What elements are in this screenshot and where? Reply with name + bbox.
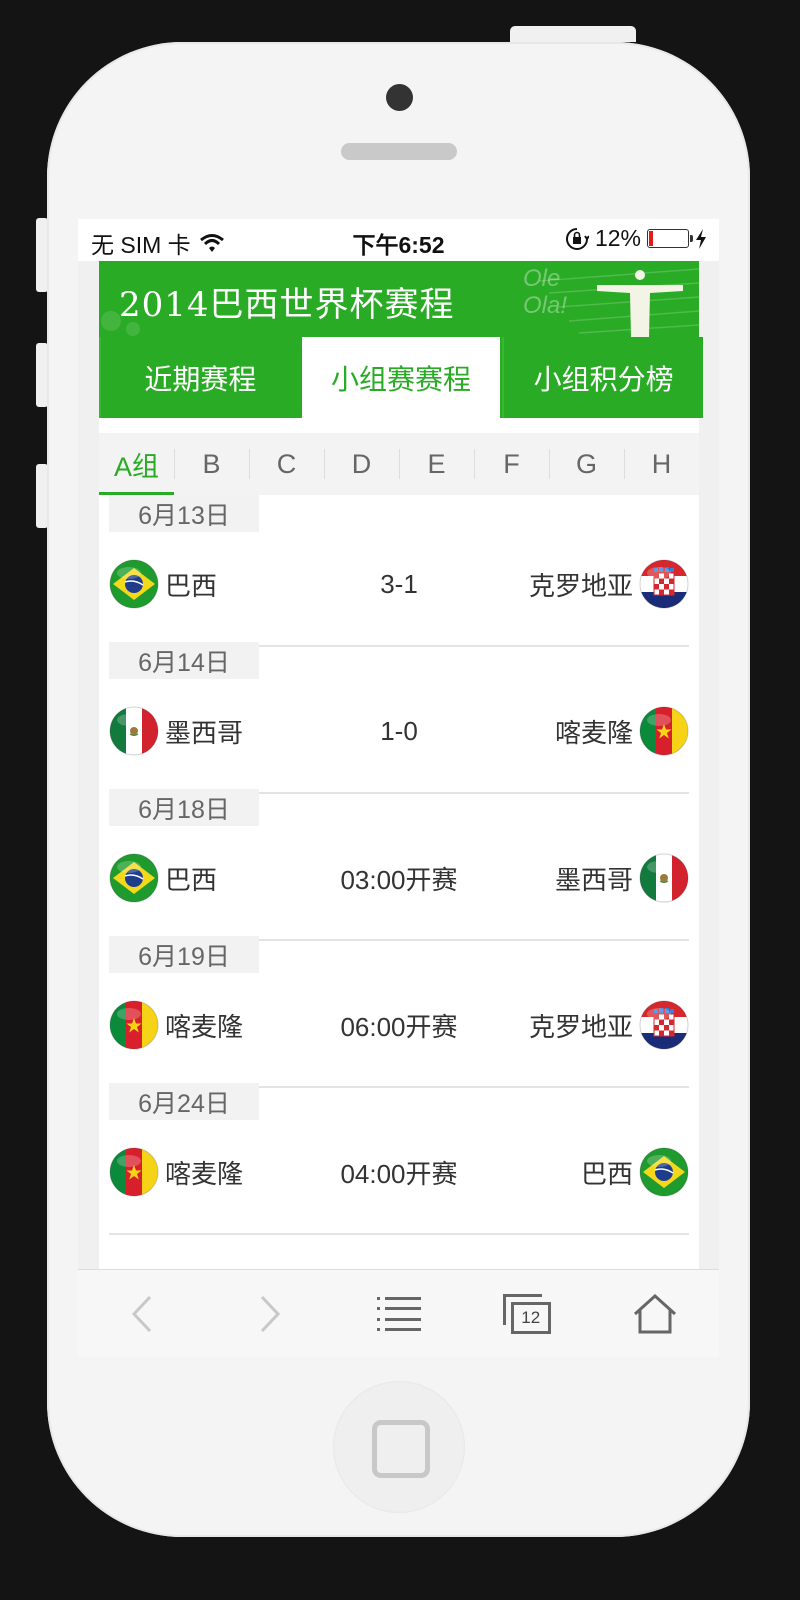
match-date: 6月13日 [109, 495, 259, 532]
home-button-square-icon [372, 1420, 430, 1478]
page-title: 2014巴西世界杯赛程 [119, 285, 455, 325]
tabs-icon: 12 [502, 1294, 551, 1334]
croatia-flag-icon [639, 1000, 689, 1050]
status-bar: 无 SIM 卡 下午6:52 12% [78, 219, 719, 261]
mexico-flag-icon [639, 853, 689, 903]
schedule-card: A组 B C D E F G H 6月13日 巴西 3-1 克罗地亚 6月14日 墨西哥 1… [99, 418, 699, 1269]
match-row[interactable]: 6月19日 喀麦隆 06:00开赛 克罗地亚 [109, 936, 689, 1088]
web-content: 2014巴西世界杯赛程 Ole Ola! 近期赛程 小组赛赛程 小组积分榜 A组… [78, 261, 719, 1269]
away-team: 喀麦隆 [555, 705, 689, 757]
croatia-flag-icon [639, 559, 689, 609]
group-tab-b[interactable]: B [174, 433, 249, 495]
away-team-name: 墨西哥 [554, 864, 633, 895]
group-tab-e[interactable]: E [399, 433, 474, 495]
match-date: 6月24日 [109, 1083, 259, 1120]
tabs-count: 12 [510, 1302, 551, 1334]
back-button[interactable] [78, 1270, 206, 1357]
group-tab-h[interactable]: H [624, 433, 699, 495]
match-row[interactable]: 6月13日 巴西 3-1 克罗地亚 [109, 495, 689, 647]
header-banner: 2014巴西世界杯赛程 Ole Ola! [99, 261, 699, 337]
match-date: 6月14日 [109, 642, 259, 679]
ole-text-1: Ole [523, 265, 561, 292]
cameroon-flag-icon [639, 706, 689, 756]
match-row[interactable]: 6月18日 巴西 03:00开赛 墨西哥 [109, 789, 689, 941]
battery-percent: 12% [594, 225, 641, 251]
away-team-name: 克罗地亚 [528, 1011, 633, 1042]
away-team-name: 巴西 [580, 1158, 633, 1189]
group-tab-c[interactable]: C [249, 433, 324, 495]
charging-bolt-icon [696, 228, 706, 249]
group-tab-g[interactable]: G [549, 433, 624, 495]
match-row[interactable]: 6月14日 墨西哥 1-0 喀麦隆 [109, 642, 689, 794]
tabs-button[interactable]: 12 [463, 1270, 591, 1357]
away-team-name: 克罗地亚 [528, 570, 633, 601]
away-team: 克罗地亚 [529, 999, 689, 1051]
home-icon [633, 1294, 676, 1334]
earpiece-speaker [341, 143, 457, 160]
match-date: 6月18日 [109, 789, 259, 826]
forward-button[interactable] [206, 1270, 334, 1357]
battery-icon [647, 229, 693, 248]
group-tab-a[interactable]: A组 [99, 433, 174, 495]
christ-redeemer-icon [597, 270, 683, 337]
group-tab-f[interactable]: F [474, 433, 549, 495]
away-team: 巴西 [581, 1146, 689, 1198]
away-team-name: 喀麦隆 [554, 717, 633, 748]
tab-recent-schedule[interactable]: 近期赛程 [99, 337, 300, 418]
rotation-lock-icon [565, 227, 589, 250]
away-team: 克罗地亚 [529, 558, 689, 610]
front-camera [386, 84, 413, 111]
bookmarks-list-icon [376, 1297, 421, 1331]
screen: 无 SIM 卡 下午6:52 12% 2014巴西世界杯赛程 Ole Ola! … [78, 219, 719, 1357]
group-tabs: A组 B C D E F G H [99, 433, 699, 495]
back-arrow-icon [132, 1295, 152, 1333]
main-tabs: 近期赛程 小组赛赛程 小组积分榜 [99, 337, 704, 418]
ole-watermark: Ole Ola! [523, 265, 567, 319]
forward-arrow-icon [261, 1295, 281, 1333]
home-page-button[interactable] [591, 1270, 719, 1357]
brazil-flag-icon [639, 1147, 689, 1197]
group-tab-d[interactable]: D [324, 433, 399, 495]
match-row[interactable]: 6月24日 喀麦隆 04:00开赛 巴西 [109, 1083, 689, 1235]
match-date: 6月19日 [109, 936, 259, 973]
bookmarks-button[interactable] [334, 1270, 462, 1357]
status-right-group: 12% [565, 225, 707, 252]
home-button[interactable] [333, 1381, 465, 1513]
ole-text-2: Ola! [523, 292, 568, 319]
browser-toolbar: 12 [78, 1269, 719, 1357]
tab-group-schedule[interactable]: 小组赛赛程 [299, 337, 503, 418]
tab-group-standings[interactable]: 小组积分榜 [502, 337, 704, 418]
power-button [510, 26, 636, 42]
away-team: 墨西哥 [555, 852, 689, 904]
